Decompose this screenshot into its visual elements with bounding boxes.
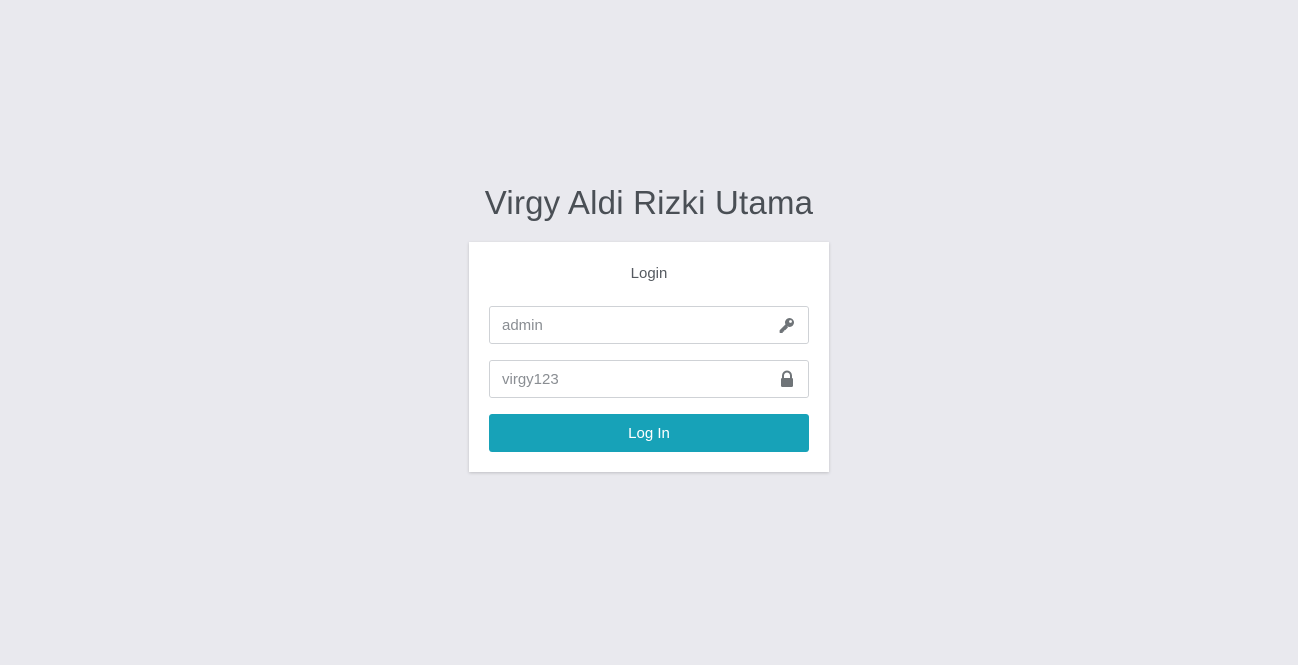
password-field: [489, 360, 809, 398]
login-page: Virgy Aldi Rizki Utama Login Log: [0, 0, 1298, 665]
lock-icon: [778, 370, 796, 388]
username-field: [489, 306, 809, 344]
key-icon: [778, 316, 796, 334]
app-title: Virgy Aldi Rizki Utama: [484, 184, 814, 221]
login-box: Login Log In: [469, 242, 829, 472]
login-button[interactable]: Log In: [489, 414, 809, 452]
login-box-title: Login: [630, 265, 668, 282]
username-input[interactable]: [490, 307, 770, 343]
password-input[interactable]: [490, 361, 770, 397]
